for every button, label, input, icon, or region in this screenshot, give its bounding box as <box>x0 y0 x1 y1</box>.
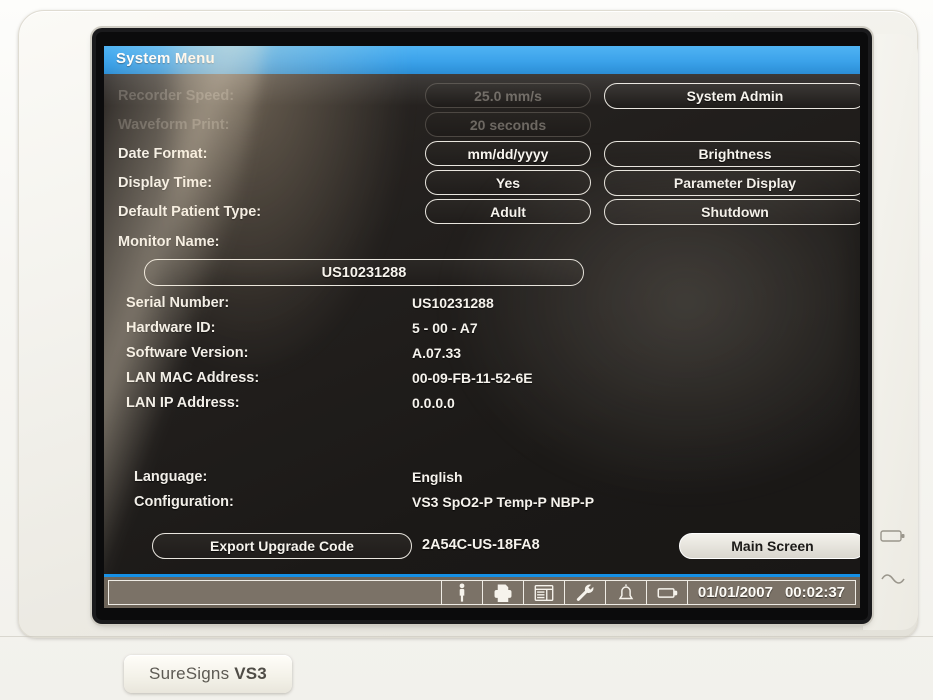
recorder-speed-button[interactable]: 25.0 mm/s <box>425 83 591 108</box>
label-date-format: Date Format: <box>118 146 208 162</box>
default-patient-type-button[interactable]: Adult <box>425 199 591 224</box>
brightness-button[interactable]: Brightness <box>604 141 860 167</box>
label-lan-ip-address: LAN IP Address: <box>126 395 240 411</box>
status-time: 00:02:37 <box>784 584 845 601</box>
patient-monitor-device: System Menu Recorder Speed: Waveform Pri… <box>0 0 933 700</box>
page-title: System Menu <box>116 50 215 67</box>
product-label-plaque: SureSigns VS3 <box>124 655 292 693</box>
system-admin-button[interactable]: System Admin <box>604 83 860 109</box>
label-lan-mac-address: LAN MAC Address: <box>126 370 260 386</box>
display-time-button[interactable]: Yes <box>425 170 591 195</box>
label-monitor-name: Monitor Name: <box>118 234 220 250</box>
value-configuration: VS3 SpO2-P Temp-P NBP-P <box>412 494 595 510</box>
clock-area: 01/01/2007 00:02:37 <box>687 580 856 605</box>
wrench-icon[interactable] <box>564 580 606 605</box>
patient-icon[interactable] <box>441 580 483 605</box>
monitor-name-input[interactable]: US10231288 <box>144 259 584 286</box>
ac-power-indicator-icon <box>880 570 906 586</box>
value-hardware-id: 5 - 00 - A7 <box>412 320 478 336</box>
label-configuration: Configuration: <box>134 494 234 510</box>
label-hardware-id: Hardware ID: <box>126 320 216 336</box>
label-waveform-print: Waveform Print: <box>118 117 230 133</box>
product-label: SureSigns VS3 <box>149 664 267 683</box>
label-serial-number: Serial Number: <box>126 295 230 311</box>
label-recorder-speed: Recorder Speed: <box>118 88 235 104</box>
value-serial-number: US10231288 <box>412 295 494 311</box>
printer-icon[interactable] <box>482 580 524 605</box>
value-lan-ip-address: 0.0.0.0 <box>412 395 455 411</box>
alarm-bell-icon[interactable] <box>605 580 647 605</box>
system-menu-body: Recorder Speed: Waveform Print: Date For… <box>104 74 860 574</box>
value-lan-mac-address: 00-09-FB-11-52-6E <box>412 370 533 386</box>
value-language: English <box>412 469 463 485</box>
label-default-patient-type: Default Patient Type: <box>118 204 262 220</box>
status-date: 01/01/2007 <box>697 584 773 601</box>
waveform-print-button[interactable]: 20 seconds <box>425 112 591 137</box>
status-bar: 01/01/2007 00:02:37 <box>104 574 860 608</box>
label-display-time: Display Time: <box>118 175 213 191</box>
bezel-seam <box>0 636 933 637</box>
shutdown-button[interactable]: Shutdown <box>604 199 860 225</box>
screen: System Menu Recorder Speed: Waveform Pri… <box>104 46 860 608</box>
upgrade-code-value: 2A54C-US-18FA8 <box>422 537 540 553</box>
main-screen-button[interactable]: Main Screen <box>679 533 860 559</box>
title-bar: System Menu <box>104 46 860 74</box>
battery-icon[interactable] <box>646 580 688 605</box>
label-software-version: Software Version: <box>126 345 249 361</box>
status-message-area <box>108 580 442 605</box>
date-format-button[interactable]: mm/dd/yyyy <box>425 141 591 166</box>
trends-table-icon[interactable] <box>523 580 565 605</box>
parameter-display-button[interactable]: Parameter Display <box>604 170 860 196</box>
display-frame: System Menu Recorder Speed: Waveform Pri… <box>96 32 868 620</box>
battery-indicator-icon <box>880 528 906 544</box>
value-software-version: A.07.33 <box>412 345 462 361</box>
export-upgrade-code-button[interactable]: Export Upgrade Code <box>152 533 412 559</box>
label-language: Language: <box>134 469 208 485</box>
